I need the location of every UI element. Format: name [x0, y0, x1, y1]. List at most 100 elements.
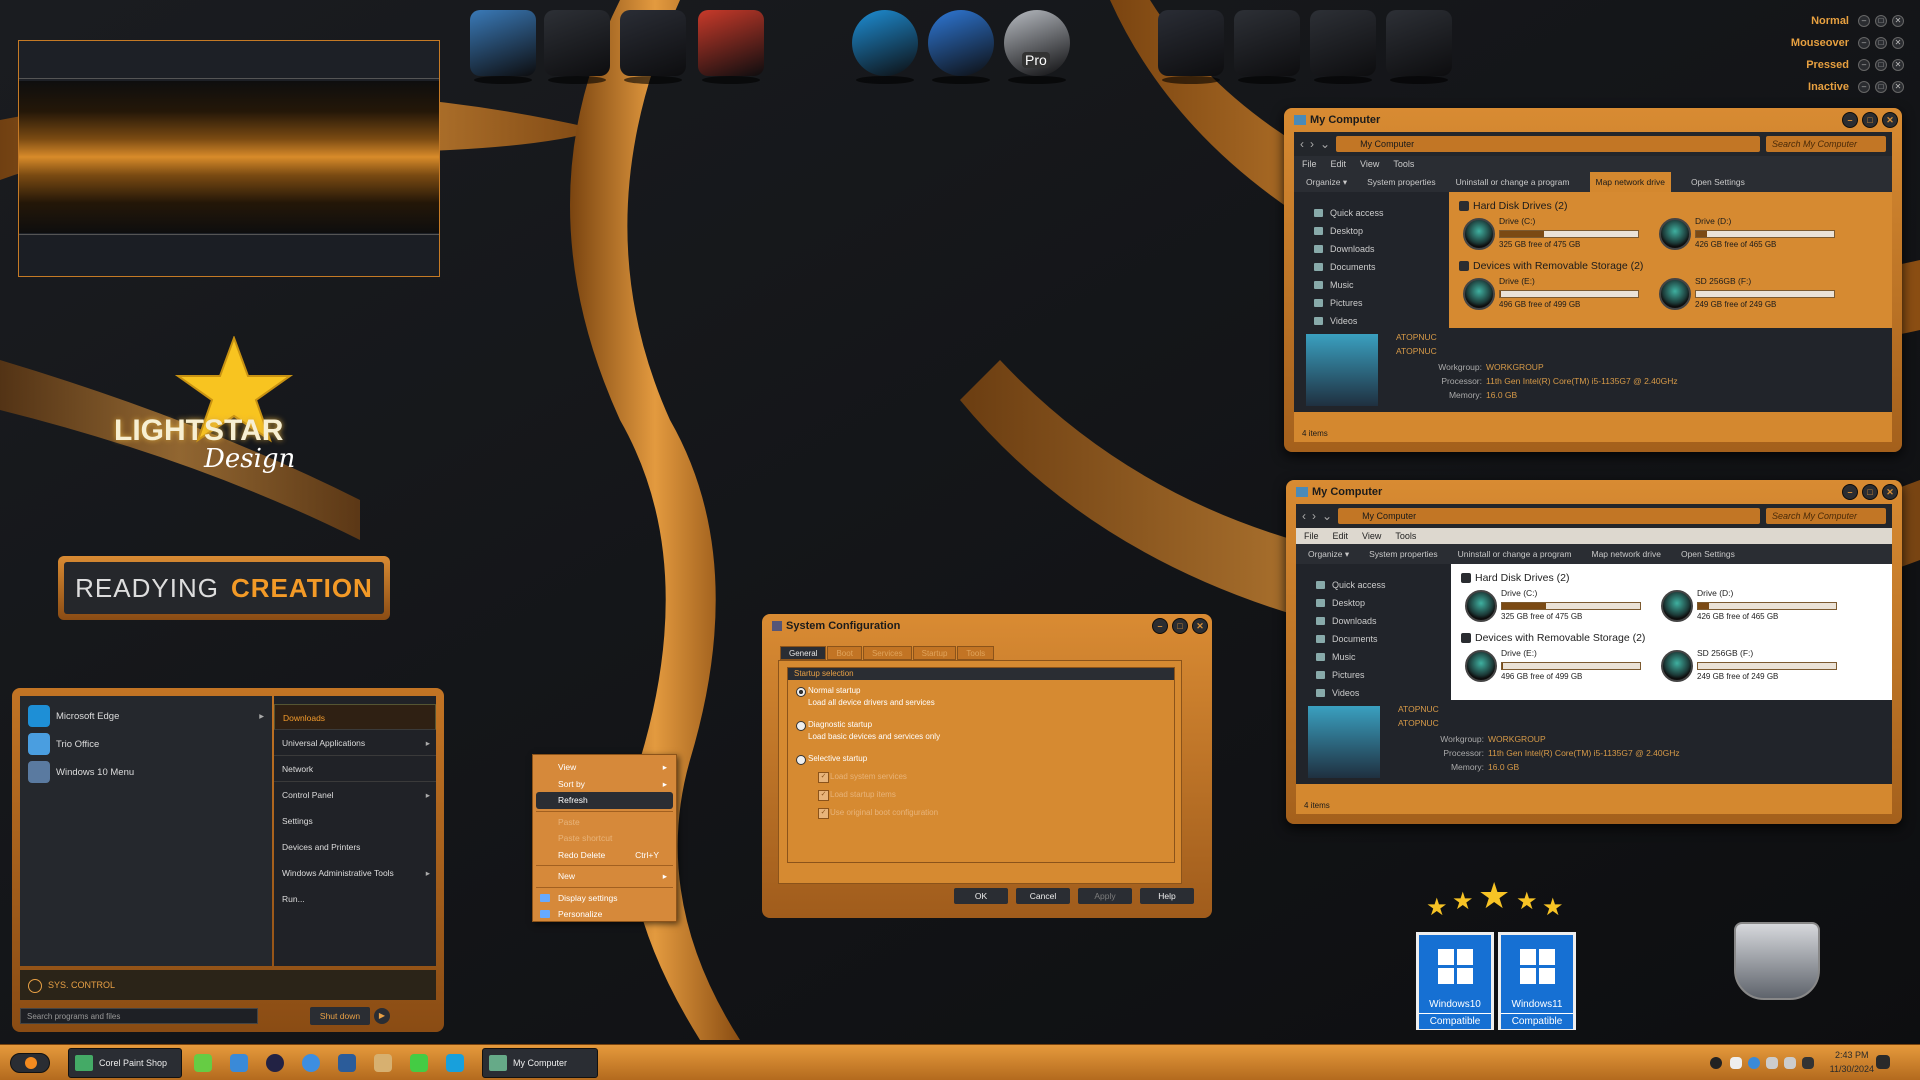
menu-edit[interactable]: Edit: [1331, 156, 1347, 172]
help-button[interactable]: Help: [1140, 888, 1194, 904]
nav-item-downloads[interactable]: Downloads: [1312, 240, 1443, 258]
toolbar-button[interactable]: Uninstall or change a program: [1458, 544, 1572, 564]
toolbar-button[interactable]: Map network drive: [1592, 544, 1661, 564]
back-icon[interactable]: ‹: [1300, 137, 1304, 151]
tab-services[interactable]: Services: [862, 646, 912, 660]
tab-boot[interactable]: Boot: [827, 646, 862, 660]
start-place-downloads[interactable]: Downloads: [274, 704, 436, 730]
taskbar-corel-paintshop[interactable]: Corel Paint Shop P...: [68, 1048, 182, 1078]
tray-icon[interactable]: [1730, 1057, 1742, 1069]
nav-item-pictures[interactable]: Pictures: [1314, 666, 1445, 684]
start-app-windows-10-menu[interactable]: Windows 10 Menu: [20, 758, 272, 786]
normal-startup-radio[interactable]: Normal startup: [796, 686, 860, 697]
drive-item[interactable]: Drive (E:) 496 GB free of 499 GB: [1459, 276, 1639, 316]
group-header[interactable]: Devices with Removable Storage (2): [1459, 260, 1882, 272]
close-button[interactable]: ✕: [1192, 618, 1208, 634]
computer-icon[interactable]: [470, 10, 536, 84]
forward-icon[interactable]: ›: [1310, 137, 1314, 151]
menu-tools[interactable]: Tools: [1393, 156, 1414, 172]
nav-item-desktop[interactable]: Desktop: [1314, 594, 1445, 612]
explorer-window-inactive[interactable]: My Computer – □ ✕ ‹ › ⌄ My Computer Search My Co…: [1286, 480, 1902, 824]
obs-icon[interactable]: [266, 1054, 284, 1072]
context-item-redo-delete[interactable]: Redo Delete Ctrl+Y: [536, 847, 673, 864]
tab-startup[interactable]: Startup: [912, 646, 957, 660]
shutdown-button[interactable]: Shut down: [310, 1007, 370, 1025]
search-input[interactable]: Search My Computer: [1766, 136, 1886, 152]
thunderbird-icon[interactable]: [302, 1054, 320, 1072]
menu-file[interactable]: File: [1304, 528, 1319, 544]
server-icon[interactable]: [620, 10, 686, 84]
context-item-sort-by[interactable]: Sort by ▸: [536, 776, 673, 793]
context-item-personalize[interactable]: Personalize: [536, 906, 673, 923]
title-bar[interactable]: My Computer – □ ✕: [1286, 480, 1902, 504]
context-item-paste-shortcut[interactable]: Paste shortcut: [536, 830, 673, 847]
menu-file[interactable]: File: [1302, 156, 1317, 172]
drive-item[interactable]: SD 256GB (F:) 249 GB free of 249 GB: [1657, 648, 1837, 688]
start-place-windows-administrative-tools[interactable]: Windows Administrative Tools ▸: [274, 860, 436, 886]
laptop-icon[interactable]: [1310, 10, 1376, 84]
phone-icon[interactable]: [410, 1054, 428, 1072]
search-input[interactable]: Search My Computer: [1766, 508, 1886, 524]
tab-general[interactable]: General: [780, 646, 827, 660]
context-item-refresh[interactable]: Refresh: [536, 792, 673, 809]
start-place-network[interactable]: Network: [274, 756, 436, 782]
context-item-new[interactable]: New ▸: [536, 868, 673, 885]
use-original-boot-checkbox[interactable]: Use original boot configuration: [818, 808, 938, 819]
apply-button[interactable]: Apply: [1078, 888, 1132, 904]
pro-icon[interactable]: Pro: [1004, 10, 1070, 84]
toolbar-button[interactable]: System properties: [1367, 172, 1436, 192]
sys-control-button[interactable]: SYS. CONTROL: [20, 970, 436, 1000]
drive-item[interactable]: Drive (C:) 325 GB free of 475 GB: [1461, 588, 1641, 628]
nav-item-quick-access[interactable]: Quick access: [1312, 204, 1443, 222]
show-hidden-icons[interactable]: [1710, 1057, 1722, 1069]
drive-item[interactable]: Drive (C:) 325 GB free of 475 GB: [1459, 216, 1639, 256]
start-app-microsoft-edge[interactable]: Microsoft Edge ▸: [20, 702, 272, 730]
load-startup-items-checkbox[interactable]: Load startup items: [818, 790, 896, 801]
back-icon[interactable]: ‹: [1302, 509, 1306, 523]
title-bar[interactable]: My Computer – □ ✕: [1284, 108, 1902, 132]
file-explorer-icon[interactable]: [230, 1054, 248, 1072]
nav-item-pictures[interactable]: Pictures: [1312, 294, 1443, 312]
context-item-display-settings[interactable]: Display settings: [536, 890, 673, 907]
shutdown-arrow-icon[interactable]: ▶: [374, 1008, 390, 1024]
address-path[interactable]: My Computer: [1336, 136, 1760, 152]
nav-item-quick-access[interactable]: Quick access: [1314, 576, 1445, 594]
recycle-bin-icon[interactable]: [1734, 922, 1820, 1000]
edge-icon[interactable]: [852, 10, 918, 84]
start-place-devices-and-printers[interactable]: Devices and Printers: [274, 834, 436, 860]
group-header[interactable]: Hard Disk Drives (2): [1459, 200, 1882, 212]
menu-tools[interactable]: Tools: [1395, 528, 1416, 544]
context-item-paste[interactable]: Paste: [536, 814, 673, 831]
tab-tools[interactable]: Tools: [957, 646, 995, 660]
clock[interactable]: 2:43 PM 11/30/2024: [1830, 1048, 1874, 1076]
notification-icon[interactable]: [1876, 1055, 1890, 1069]
keyboard-icon[interactable]: [1802, 1057, 1814, 1069]
menu-view[interactable]: View: [1360, 156, 1379, 172]
address-path[interactable]: My Computer: [1338, 508, 1760, 524]
toolbar-button[interactable]: Open Settings: [1691, 172, 1745, 192]
menu-edit[interactable]: Edit: [1333, 528, 1349, 544]
group-header[interactable]: Hard Disk Drives (2): [1461, 572, 1882, 584]
start-app-trio-office[interactable]: Trio Office: [20, 730, 272, 758]
system-configuration-window[interactable]: System Configuration – □ ✕ General Boot Se…: [762, 614, 1212, 918]
nav-item-desktop[interactable]: Desktop: [1312, 222, 1443, 240]
cancel-button[interactable]: Cancel: [1016, 888, 1070, 904]
drive-item[interactable]: Drive (E:) 496 GB free of 499 GB: [1461, 648, 1641, 688]
start-place-settings[interactable]: Settings: [274, 808, 436, 834]
layers-icon[interactable]: [338, 1054, 356, 1072]
forward-icon[interactable]: ›: [1312, 509, 1316, 523]
toolbar-button[interactable]: Map network drive: [1589, 172, 1671, 192]
toolbar-button[interactable]: Open Settings: [1681, 544, 1735, 564]
close-button[interactable]: ✕: [1882, 112, 1898, 128]
context-item-view[interactable]: View ▸: [536, 759, 673, 776]
task-manager-icon[interactable]: [698, 10, 764, 84]
recent-icon[interactable]: ⌄: [1320, 137, 1330, 151]
search-programs-input[interactable]: Search programs and files: [20, 1008, 258, 1024]
drive-item[interactable]: SD 256GB (F:) 249 GB free of 249 GB: [1655, 276, 1835, 316]
maximize-button[interactable]: □: [1172, 618, 1188, 634]
volume-icon[interactable]: [1784, 1057, 1796, 1069]
selective-startup-radio[interactable]: Selective startup: [796, 754, 867, 765]
media-icon[interactable]: [374, 1054, 392, 1072]
nav-item-music[interactable]: Music: [1314, 648, 1445, 666]
drive-item[interactable]: Drive (D:) 426 GB free of 465 GB: [1655, 216, 1835, 256]
